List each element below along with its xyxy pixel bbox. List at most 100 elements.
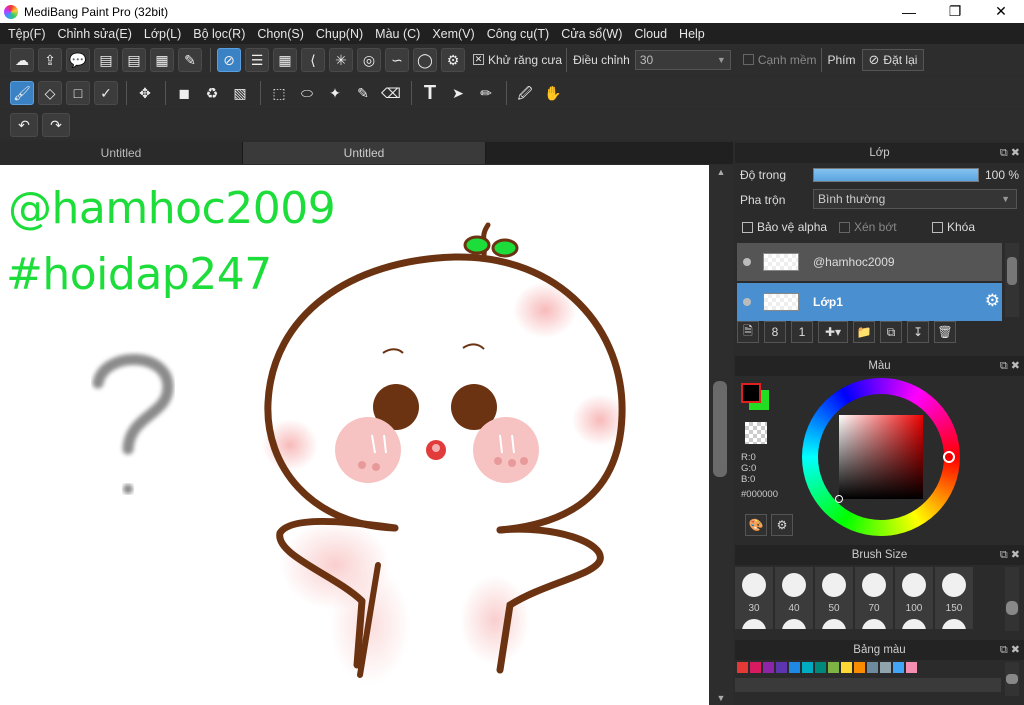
brush-panel-scrollbar[interactable] (1005, 567, 1019, 631)
scrollbar-thumb[interactable] (1006, 674, 1018, 684)
maximize-icon[interactable]: ❐ (932, 0, 978, 23)
new-8bit-layer-icon[interactable]: 8 (764, 321, 786, 343)
visibility-icon[interactable] (743, 258, 751, 266)
menu-filter[interactable]: Bộ lọc(R) (189, 27, 253, 41)
brush-size-item[interactable]: 50 (815, 567, 853, 617)
palette-swatch[interactable] (737, 662, 748, 673)
palette-scrollbar[interactable] (1005, 662, 1019, 696)
gradient-tool-icon[interactable]: ▧ (228, 81, 252, 105)
cloud-icon[interactable]: ☁ (10, 47, 34, 72)
palette-swatch[interactable] (828, 662, 839, 673)
eyedropper-tool-icon[interactable]: 🖉 (513, 81, 537, 105)
palette-swatch[interactable] (880, 662, 891, 673)
visibility-icon[interactable] (743, 298, 751, 306)
soft-edge-checkbox[interactable]: Cạnh mềm (742, 53, 817, 67)
panel-popout-close-icon[interactable]: ⧉ ✖ (1000, 359, 1020, 373)
menu-edit[interactable]: Chỉnh sửa(E) (54, 27, 140, 41)
opacity-slider[interactable] (813, 168, 979, 182)
palette-swatch[interactable] (789, 662, 800, 673)
brush-size-item[interactable] (855, 617, 893, 629)
layer-item-lop1[interactable]: Lớp1 ⚙ (737, 283, 1002, 321)
concentric-snap-icon[interactable]: ◎ (357, 47, 381, 72)
hue-handle[interactable] (943, 451, 955, 463)
lasso-tool-icon[interactable]: ⬭ (295, 81, 319, 105)
fill-rect-tool-icon[interactable]: ◼ (172, 81, 196, 105)
adjust-select[interactable]: 30 ▼ (634, 49, 731, 70)
figure-tool-icon[interactable]: ✓ (94, 80, 118, 105)
tab-untitled-2[interactable]: Untitled (243, 142, 486, 164)
operation-tool-icon[interactable]: ➤ (446, 81, 470, 105)
menu-window[interactable]: Cửa sổ(W) (557, 27, 630, 41)
brush-size-item[interactable]: 70 (855, 567, 893, 617)
layer-item-hamhoc2009[interactable]: @hamhoc2009 (737, 243, 1002, 281)
new-1bit-layer-icon[interactable]: 1 (791, 321, 813, 343)
hand-tool-icon[interactable]: ✋ (541, 81, 565, 105)
scroll-up-icon[interactable]: ▲ (709, 167, 733, 177)
palette-icon[interactable]: 🎨 (745, 514, 767, 536)
menu-help[interactable]: Help (675, 27, 713, 41)
eraser-tool-icon[interactable]: ◇ (38, 80, 62, 105)
trash-icon[interactable]: 🗑 (934, 321, 956, 343)
palette-swatch[interactable] (893, 662, 904, 673)
menu-file[interactable]: Tệp(F) (4, 27, 54, 41)
edit-list-icon[interactable]: ✎ (178, 47, 202, 72)
new-layer-icon[interactable]: 🗎 (737, 321, 759, 343)
circle-snap-icon[interactable]: ◯ (413, 47, 437, 72)
folder-icon[interactable]: 📁 (853, 321, 875, 343)
curve-snap-icon[interactable]: ∽ (385, 47, 409, 72)
select-eraser-tool-icon[interactable]: ⌫ (379, 81, 403, 105)
magic-wand-tool-icon[interactable]: ✦ (323, 81, 347, 105)
brush-size-item[interactable]: 30 (735, 567, 773, 617)
clip-checkbox[interactable]: Xén bớt (839, 220, 897, 234)
brush-size-item[interactable] (775, 617, 813, 629)
snap-off-icon[interactable]: ⊘ (217, 47, 241, 72)
scroll-down-icon[interactable]: ▼ (709, 693, 733, 703)
palette-swatch[interactable] (867, 662, 878, 673)
protect-alpha-checkbox[interactable]: Bảo vệ alpha (742, 220, 827, 234)
foreground-color-swatch[interactable] (741, 383, 761, 403)
brush-size-item[interactable] (895, 617, 933, 629)
palette-swatch[interactable] (841, 662, 852, 673)
blend-mode-select[interactable]: Bình thường ▼ (813, 189, 1017, 209)
select-pen-tool-icon[interactable]: ✎ (351, 81, 375, 105)
reset-button[interactable]: ⊘ Đặt lại (861, 48, 925, 71)
menu-view[interactable]: Xem(V) (428, 27, 482, 41)
redo-icon[interactable]: ↷ (42, 113, 70, 137)
canvas-vertical-scrollbar[interactable]: ▲ ▼ (709, 165, 733, 705)
document-icon[interactable]: ▤ (122, 47, 146, 72)
speech-bubble-icon[interactable]: 💬 (66, 47, 90, 72)
divide-tool-icon[interactable]: ✏ (474, 81, 498, 105)
grid-snap-icon[interactable]: ▦ (273, 47, 297, 72)
brush-size-item[interactable] (815, 617, 853, 629)
gear-icon[interactable]: ⚙ (985, 291, 1000, 311)
move-tool-icon[interactable]: ✥ (133, 81, 157, 105)
scrollbar-thumb[interactable] (713, 381, 727, 477)
color-settings-icon[interactable]: ⚙ (771, 514, 793, 536)
palette-swatch[interactable] (750, 662, 761, 673)
palette-swatch[interactable] (815, 662, 826, 673)
palette-swatch[interactable] (763, 662, 774, 673)
add-layer-menu-icon[interactable]: ✚▾ (818, 321, 848, 343)
perspective-snap-icon[interactable]: ⟨ (301, 47, 325, 72)
undo-icon[interactable]: ↶ (10, 113, 38, 137)
brush-tool-icon[interactable]: 🖌 (10, 80, 34, 105)
panel-popout-close-icon[interactable]: ⧉ ✖ (1000, 146, 1020, 160)
menu-cloud[interactable]: Cloud (630, 27, 675, 41)
antialias-checkbox[interactable]: ✕ Khử răng cưa (473, 53, 562, 67)
panel-popout-close-icon[interactable]: ⧉ ✖ (1000, 548, 1020, 562)
drawing-canvas[interactable]: @hamhoc2009 #hoidap247 (0, 165, 709, 705)
radial-snap-icon[interactable]: ✳ (329, 47, 353, 72)
brush-size-item[interactable] (935, 617, 973, 629)
scrollbar-thumb[interactable] (1007, 257, 1017, 285)
sv-handle[interactable] (835, 495, 843, 503)
brush-size-item[interactable]: 150 (935, 567, 973, 617)
palette-swatch[interactable] (906, 662, 917, 673)
transparent-color-swatch[interactable] (745, 422, 767, 444)
close-icon[interactable]: ✕ (978, 0, 1024, 23)
tab-untitled-1[interactable]: Untitled (0, 142, 243, 164)
bucket-tool-icon[interactable]: ♻ (200, 81, 224, 105)
layer-list-scrollbar[interactable] (1005, 243, 1019, 317)
brush-size-item[interactable]: 40 (775, 567, 813, 617)
dot-tool-icon[interactable]: □ (66, 80, 90, 105)
scrollbar-thumb[interactable] (1006, 601, 1018, 615)
